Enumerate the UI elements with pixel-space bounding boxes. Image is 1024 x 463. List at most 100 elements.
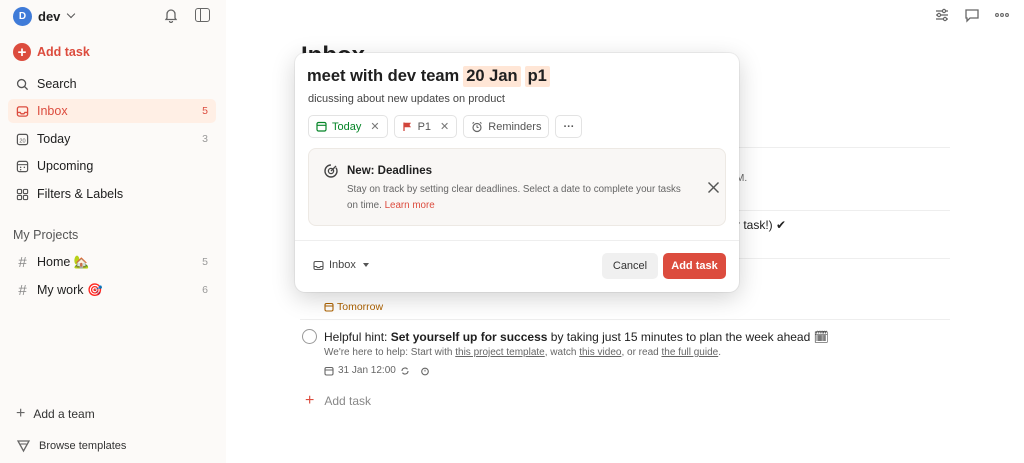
sliders-icon[interactable] — [934, 7, 950, 23]
project-label: Inbox — [329, 259, 356, 271]
sidebar-item-label: Today — [37, 132, 71, 146]
plus-icon: + — [13, 43, 31, 61]
reminders-chip[interactable]: Reminders — [463, 115, 550, 138]
more-options-button[interactable]: ··· — [555, 115, 583, 138]
due-date-badge: 31 Jan 12:00 — [324, 365, 430, 376]
alarm-clock-icon — [472, 121, 483, 132]
sidebar: D dev + Add task Search Inbox 5 20 Today… — [0, 0, 226, 463]
due-date-badge: Tomorrow — [324, 301, 383, 313]
svg-text:20: 20 — [19, 138, 25, 144]
count-badge: 5 — [202, 105, 208, 117]
browse-templates-label: Browse templates — [39, 439, 127, 452]
alarm-icon — [420, 367, 429, 375]
hint-rest: by taking just 15 minutes to plan the we… — [547, 330, 829, 344]
date-token: 20 Jan — [463, 66, 521, 87]
calendar-icon — [324, 302, 334, 312]
task-description-input[interactable]: dicussing about new updates on product — [308, 93, 505, 105]
divider — [300, 319, 950, 320]
sidebar-item-inbox[interactable]: Inbox 5 — [8, 99, 216, 123]
inbox-icon — [16, 105, 29, 117]
hash-icon: # — [18, 281, 27, 299]
guide-link[interactable]: the full guide — [661, 347, 718, 358]
view-toolbar — [934, 7, 1010, 23]
add-task-label: Add task — [37, 45, 90, 59]
project-select[interactable]: Inbox — [313, 259, 369, 271]
desc-text: , watch — [544, 347, 580, 358]
due-date-chip[interactable]: Today ✕ — [308, 115, 388, 138]
hint-prefix: Helpful hint: — [324, 330, 391, 344]
add-task-inline-button[interactable]: + Add task — [305, 393, 371, 409]
inbox-icon — [313, 260, 324, 270]
search-icon — [16, 78, 29, 90]
task-title: r task!) ✔ — [736, 218, 787, 232]
count-badge: 6 — [202, 284, 208, 296]
sidebar-item-label: Inbox — [37, 104, 68, 118]
divider — [295, 240, 739, 241]
avatar: D — [13, 6, 32, 26]
close-icon[interactable]: ✕ — [440, 120, 449, 133]
sidebar-item-today[interactable]: 20 Today 3 — [8, 127, 216, 151]
sidebar-project-my-work[interactable]: # My work 🎯 6 — [8, 278, 216, 302]
calendar-20-icon: 20 — [16, 133, 29, 145]
quick-add-modal: meet with dev team 20 Jan p1 dicussing a… — [295, 53, 739, 292]
browse-templates-button[interactable]: Browse templates — [16, 438, 126, 453]
more-icon: ··· — [563, 120, 575, 133]
add-task-submit-button[interactable]: Add task — [663, 253, 726, 279]
grid-icon — [16, 188, 29, 200]
task-checkbox[interactable] — [302, 329, 317, 344]
sidebar-item-filters-labels[interactable]: Filters & Labels — [8, 182, 216, 206]
deadlines-callout: New: Deadlines Stay on track by setting … — [308, 148, 726, 226]
sidebar-item-label: Search — [37, 77, 77, 91]
task-options: Today ✕ P1 ✕ Reminders ··· — [308, 115, 583, 138]
projects-section-title[interactable]: My Projects — [13, 228, 78, 242]
due-date-label: Today — [332, 120, 362, 133]
repeat-icon — [401, 366, 409, 375]
add-team-label: Add a team — [33, 407, 95, 421]
calendar-grid-icon — [16, 160, 29, 172]
calendar-icon — [316, 121, 327, 132]
desc-text: . — [718, 347, 721, 358]
sidebar-item-label: Filters & Labels — [37, 187, 124, 201]
learn-more-link[interactable]: Learn more — [385, 200, 435, 211]
count-badge: 5 — [202, 256, 208, 268]
workspace-name: dev — [38, 8, 61, 24]
callout-title: New: Deadlines — [347, 165, 432, 177]
add-task-label: Add task — [324, 394, 372, 408]
bell-icon[interactable] — [164, 7, 178, 23]
sidebar-project-home[interactable]: # Home 🏡 5 — [8, 250, 216, 274]
calendar-icon — [324, 366, 334, 376]
comment-icon[interactable] — [964, 7, 980, 23]
video-link[interactable]: this video — [579, 347, 621, 358]
add-team-button[interactable]: + Add a team — [16, 406, 95, 422]
add-task-button[interactable]: + Add task — [13, 43, 90, 61]
flag-icon — [402, 122, 411, 131]
priority-chip[interactable]: P1 ✕ — [393, 115, 458, 138]
chevron-down-icon — [67, 9, 76, 19]
priority-token: p1 — [524, 66, 550, 87]
sidebar-item-label: Home 🏡 — [37, 254, 90, 269]
due-date-label: 31 Jan 12:00 — [338, 365, 396, 376]
more-icon[interactable] — [994, 7, 1010, 23]
sidebar-toggle-icon[interactable] — [195, 8, 210, 22]
close-icon[interactable] — [707, 181, 720, 194]
task-name-input[interactable]: meet with dev team 20 Jan p1 — [307, 66, 550, 87]
sidebar-item-search[interactable]: Search — [8, 72, 216, 96]
due-date-label: Tomorrow — [337, 301, 384, 313]
cancel-button[interactable]: Cancel — [602, 253, 658, 279]
plus-icon: + — [16, 405, 26, 422]
task-name-text: meet with dev team — [307, 67, 460, 85]
desc-text: We're here to help: Start with — [324, 347, 456, 358]
task-title[interactable]: Helpful hint: Set yourself up for succes… — [324, 330, 829, 344]
workspace-switcher[interactable]: D dev — [13, 6, 76, 26]
plus-icon: + — [305, 392, 315, 409]
sidebar-item-upcoming[interactable]: Upcoming — [8, 154, 216, 178]
project-template-link[interactable]: this project template — [455, 347, 545, 358]
priority-label: P1 — [417, 120, 432, 133]
close-icon[interactable]: ✕ — [370, 120, 379, 133]
count-badge: 3 — [202, 133, 208, 145]
target-icon — [324, 164, 338, 178]
hash-icon: # — [18, 253, 27, 271]
sidebar-item-label: My work 🎯 — [37, 282, 103, 297]
desc-text: , or read — [621, 347, 662, 358]
caret-down-icon — [362, 263, 369, 267]
